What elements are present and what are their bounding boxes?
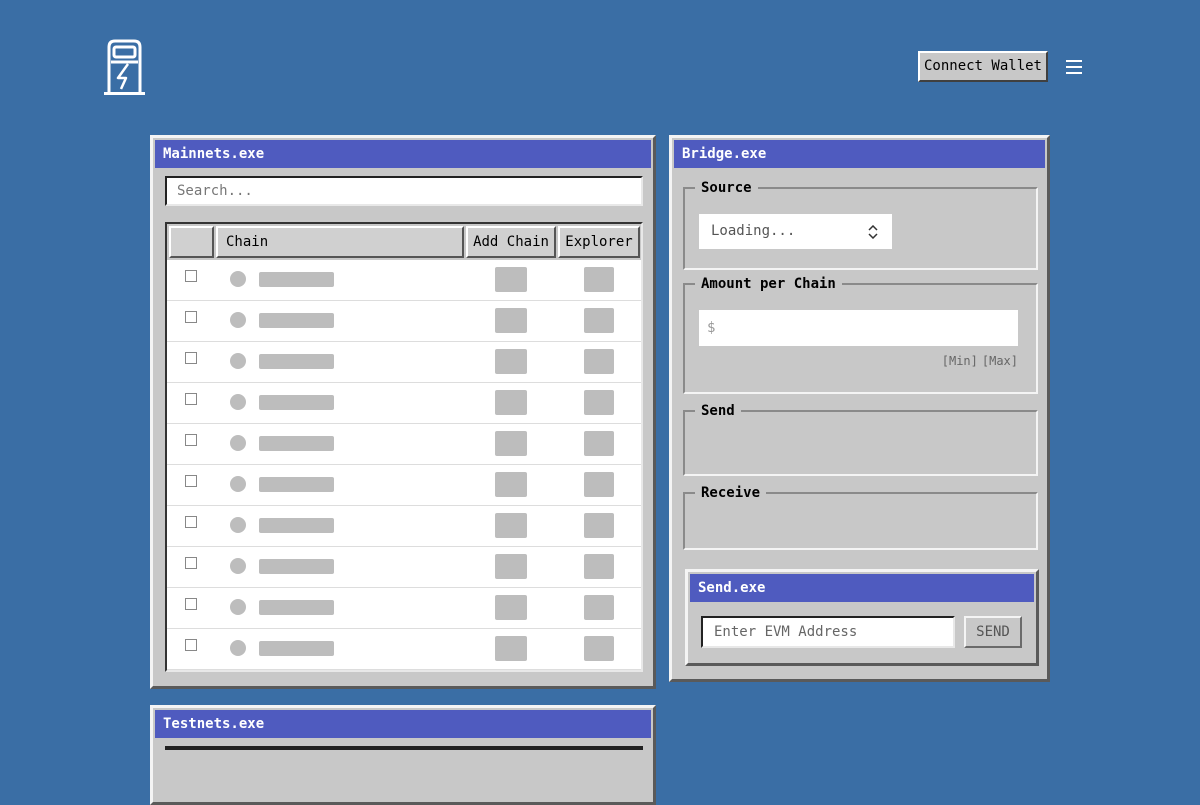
row-checkbox[interactable] [185, 475, 197, 487]
amount-input[interactable]: $ [699, 310, 1018, 346]
send-window: Send.exe SEND [685, 569, 1039, 666]
receive-group: Receive [683, 485, 1038, 550]
chain-name-placeholder [259, 436, 334, 451]
table-header: Chain Add Chain Explorer [167, 224, 641, 260]
chain-name-placeholder [259, 313, 334, 328]
add-chain-button-placeholder [495, 554, 527, 579]
explorer-button-placeholder [584, 554, 614, 579]
source-label: Source [701, 180, 752, 196]
table-row [167, 465, 641, 506]
chain-name-placeholder [259, 272, 334, 287]
connect-wallet-button[interactable]: Connect Wallet [918, 51, 1048, 82]
min-button[interactable]: [Min] [942, 354, 978, 368]
source-select[interactable]: Loading... [699, 214, 892, 249]
row-checkbox[interactable] [185, 598, 197, 610]
explorer-button-placeholder [584, 349, 614, 374]
chain-logo-placeholder [230, 640, 246, 656]
add-chain-button-placeholder [495, 390, 527, 415]
add-chain-button-placeholder [495, 636, 527, 661]
chain-name-placeholder [259, 518, 334, 533]
add-chain-button-placeholder [495, 513, 527, 538]
chain-logo-placeholder [230, 558, 246, 574]
chain-logo-placeholder [230, 353, 246, 369]
source-select-value: Loading... [711, 223, 796, 239]
testnets-title: Testnets.exe [155, 710, 651, 738]
mainnets-title: Mainnets.exe [155, 140, 651, 168]
explorer-button-placeholder [584, 431, 614, 456]
chain-logo-placeholder [230, 312, 246, 328]
row-checkbox[interactable] [185, 639, 197, 651]
chevron-up-down-icon [868, 214, 878, 249]
row-checkbox[interactable] [185, 270, 197, 282]
row-checkbox[interactable] [185, 516, 197, 528]
chain-logo-placeholder [230, 476, 246, 492]
bridge-title: Bridge.exe [674, 140, 1045, 168]
mainnets-window: Mainnets.exe Chain Add Chain Explorer [150, 135, 656, 689]
row-checkbox[interactable] [185, 393, 197, 405]
explorer-button-placeholder [584, 308, 614, 333]
receive-label: Receive [701, 485, 761, 501]
explorer-button-placeholder [584, 472, 614, 497]
send-label: Send [701, 403, 735, 419]
add-chain-button-placeholder [495, 267, 527, 292]
hamburger-menu-icon[interactable] [1066, 60, 1082, 74]
testnets-table-edge [165, 746, 643, 750]
row-checkbox[interactable] [185, 434, 197, 446]
table-body [167, 260, 641, 670]
table-row [167, 383, 641, 424]
send-title: Send.exe [690, 574, 1034, 602]
fuel-pump-icon[interactable] [103, 39, 146, 96]
chain-logo-placeholder [230, 435, 246, 451]
chain-logo-placeholder [230, 517, 246, 533]
table-row [167, 629, 641, 670]
table-row [167, 547, 641, 588]
row-checkbox[interactable] [185, 311, 197, 323]
table-row [167, 506, 641, 547]
explorer-button-placeholder [584, 390, 614, 415]
chain-logo-placeholder [230, 599, 246, 615]
table-row [167, 301, 641, 342]
chain-name-placeholder [259, 559, 334, 574]
search-input[interactable] [165, 176, 643, 206]
explorer-button-placeholder [584, 513, 614, 538]
evm-address-input[interactable] [701, 616, 955, 648]
chain-table: Chain Add Chain Explorer [165, 222, 643, 672]
table-row [167, 260, 641, 301]
bridge-window: Bridge.exe Source Loading... Amount per … [669, 135, 1050, 682]
dollar-prefix: $ [707, 320, 716, 336]
max-button[interactable]: [Max] [982, 354, 1018, 368]
add-chain-button-placeholder [495, 595, 527, 620]
add-chain-button-placeholder [495, 431, 527, 456]
explorer-column-header: Explorer [558, 226, 640, 258]
add-chain-column-header: Add Chain [466, 226, 556, 258]
chain-name-placeholder [259, 600, 334, 615]
chain-column-header[interactable]: Chain [216, 226, 464, 258]
table-row [167, 342, 641, 383]
chain-name-placeholder [259, 477, 334, 492]
chain-name-placeholder [259, 354, 334, 369]
chain-name-placeholder [259, 641, 334, 656]
source-group: Source Loading... [683, 180, 1038, 270]
send-group: Send [683, 403, 1038, 476]
testnets-window: Testnets.exe [150, 705, 656, 805]
chain-name-placeholder [259, 395, 334, 410]
chain-logo-placeholder [230, 394, 246, 410]
explorer-button-placeholder [584, 636, 614, 661]
amount-group: Amount per Chain $ [Min] [Max] [683, 276, 1038, 394]
chain-logo-placeholder [230, 271, 246, 287]
add-chain-button-placeholder [495, 308, 527, 333]
row-checkbox[interactable] [185, 352, 197, 364]
row-checkbox[interactable] [185, 557, 197, 569]
table-row [167, 424, 641, 465]
amount-label: Amount per Chain [701, 276, 836, 292]
select-all-header [169, 226, 214, 258]
explorer-button-placeholder [584, 595, 614, 620]
table-row [167, 588, 641, 629]
send-button[interactable]: SEND [964, 616, 1022, 648]
explorer-button-placeholder [584, 267, 614, 292]
add-chain-button-placeholder [495, 349, 527, 374]
min-max-links: [Min] [Max] [938, 354, 1018, 368]
add-chain-button-placeholder [495, 472, 527, 497]
